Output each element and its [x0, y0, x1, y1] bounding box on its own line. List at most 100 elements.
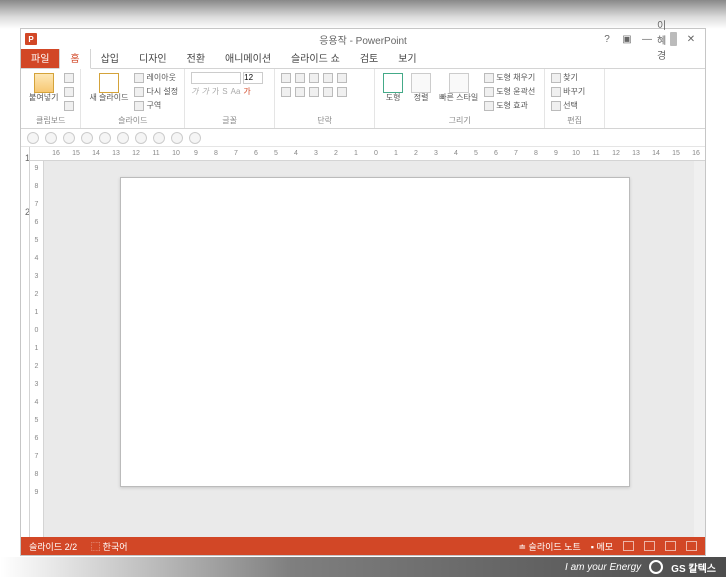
- tab-home[interactable]: 홈: [59, 46, 90, 69]
- copy-icon: [64, 87, 74, 97]
- close-button[interactable]: ✕: [681, 31, 701, 47]
- qat-item-2[interactable]: [45, 132, 57, 144]
- qat-item-4[interactable]: [81, 132, 93, 144]
- group-clipboard: 붙여넣기 클립보드: [21, 69, 81, 128]
- shapes-button[interactable]: 도형: [381, 71, 405, 104]
- slide-thumbnail-panel[interactable]: 1 2: [21, 147, 30, 537]
- cut-icon: [64, 73, 74, 83]
- language-indicator[interactable]: ⬚ 한국어: [91, 540, 127, 553]
- vertical-scrollbar[interactable]: [694, 161, 705, 537]
- bold-button[interactable]: 가: [191, 86, 198, 97]
- user-name-label: 이혜경: [657, 31, 667, 47]
- tab-animations[interactable]: 애니메이션: [215, 47, 281, 68]
- group-slides-label: 슬라이드: [87, 114, 178, 126]
- tab-review[interactable]: 검토: [350, 47, 388, 68]
- font-color-button[interactable]: Aa: [231, 87, 241, 96]
- qat-item-9[interactable]: [171, 132, 183, 144]
- brush-icon: [64, 101, 74, 111]
- slide-stage[interactable]: [44, 161, 705, 537]
- quick-access-toolbar: [21, 129, 705, 147]
- qat-item-1[interactable]: [27, 132, 39, 144]
- notes-button[interactable]: ≐ 슬라이드 노트: [519, 540, 581, 553]
- font-color-dropdown[interactable]: 가: [243, 86, 250, 97]
- tab-view[interactable]: 보기: [388, 47, 426, 68]
- layout-button[interactable]: 레이아웃: [134, 71, 178, 84]
- shapes-icon: [383, 73, 403, 93]
- tab-transitions[interactable]: 전환: [177, 47, 215, 68]
- qat-item-6[interactable]: [117, 132, 129, 144]
- line-spacing-icon[interactable]: [337, 73, 347, 83]
- app-window: P 응용작 - PowerPoint ? ▣ — 이혜경 ✕ 파일 홈 삽입 디…: [20, 28, 706, 556]
- ribbon-display-button[interactable]: ▣: [617, 31, 637, 47]
- format-painter-button[interactable]: [64, 99, 74, 112]
- section-button[interactable]: 구역: [134, 99, 178, 112]
- find-icon: [551, 73, 561, 83]
- align-left-icon[interactable]: [281, 87, 291, 97]
- select-button[interactable]: 선택: [551, 99, 585, 112]
- qat-item-8[interactable]: [153, 132, 165, 144]
- titlebar: P 응용작 - PowerPoint ? ▣ — 이혜경 ✕: [21, 29, 705, 49]
- group-paragraph-label: 단락: [281, 114, 368, 126]
- tab-file[interactable]: 파일: [21, 47, 59, 68]
- tab-insert[interactable]: 삽입: [91, 47, 129, 68]
- indent-decrease-icon[interactable]: [309, 73, 319, 83]
- group-slides: 새 슬라이드 레이아웃 다시 설정 구역 슬라이드: [81, 69, 185, 128]
- italic-button[interactable]: 가: [202, 86, 209, 97]
- shape-effects-button[interactable]: 도형 효과: [484, 99, 535, 112]
- group-font: 가 가 가 S Aa 가 글꼴: [185, 69, 275, 128]
- shape-fill-button[interactable]: 도형 채우기: [484, 71, 535, 84]
- align-right-icon[interactable]: [309, 87, 319, 97]
- qat-item-5[interactable]: [99, 132, 111, 144]
- sorter-view-icon[interactable]: [644, 541, 655, 551]
- qat-item-7[interactable]: [135, 132, 147, 144]
- paste-icon: [34, 73, 54, 93]
- strikethrough-button[interactable]: S: [222, 87, 227, 96]
- window-title: 응용작 - PowerPoint: [319, 32, 407, 47]
- powerpoint-icon: P: [25, 33, 37, 45]
- group-paragraph: 단락: [275, 69, 375, 128]
- font-size-input[interactable]: [243, 72, 263, 84]
- find-button[interactable]: 찾기: [551, 71, 585, 84]
- minimize-button[interactable]: —: [637, 31, 657, 47]
- bullets-icon[interactable]: [281, 73, 291, 83]
- user-avatar: [670, 32, 677, 46]
- qat-item-10[interactable]: [189, 132, 201, 144]
- indent-increase-icon[interactable]: [323, 73, 333, 83]
- underline-button[interactable]: 가: [212, 86, 219, 97]
- group-drawing-label: 그리기: [381, 114, 538, 126]
- comments-button[interactable]: ▪ 메모: [591, 540, 613, 553]
- paste-button[interactable]: 붙여넣기: [27, 71, 60, 104]
- justify-icon[interactable]: [323, 87, 333, 97]
- reset-button[interactable]: 다시 설정: [134, 85, 178, 98]
- reading-view-icon[interactable]: [665, 541, 676, 551]
- arrange-icon: [411, 73, 431, 93]
- tab-slideshow[interactable]: 슬라이드 쇼: [281, 47, 350, 68]
- replace-button[interactable]: 바꾸기: [551, 85, 585, 98]
- horizontal-ruler: 1615141312111098765432101234567891011121…: [30, 147, 705, 161]
- quick-styles-icon: [449, 73, 469, 93]
- normal-view-icon[interactable]: [623, 541, 634, 551]
- vertical-ruler: 9876543210123456789: [30, 161, 44, 537]
- font-family-input[interactable]: [191, 72, 241, 84]
- slideshow-view-icon[interactable]: [686, 541, 697, 551]
- copy-button[interactable]: [64, 85, 74, 98]
- user-account[interactable]: 이혜경: [657, 31, 677, 47]
- new-slide-label: 새 슬라이드: [89, 94, 128, 102]
- quick-styles-button[interactable]: 빠른 스타일: [437, 71, 480, 104]
- help-button[interactable]: ?: [597, 31, 617, 47]
- new-slide-button[interactable]: 새 슬라이드: [87, 71, 130, 104]
- workspace: 1 2 16151413121110987654321: [21, 147, 705, 537]
- slide-counter[interactable]: 슬라이드 2/2: [29, 540, 77, 553]
- slide-canvas[interactable]: [120, 177, 630, 487]
- tab-design[interactable]: 디자인: [129, 47, 177, 68]
- align-center-icon[interactable]: [295, 87, 305, 97]
- statusbar: 슬라이드 2/2 ⬚ 한국어 ≐ 슬라이드 노트 ▪ 메모: [21, 537, 705, 555]
- fill-icon: [484, 73, 494, 83]
- columns-icon[interactable]: [337, 87, 347, 97]
- numbering-icon[interactable]: [295, 73, 305, 83]
- cut-button[interactable]: [64, 71, 74, 84]
- shape-outline-button[interactable]: 도형 윤곽선: [484, 85, 535, 98]
- arrange-button[interactable]: 정렬: [409, 71, 433, 104]
- qat-item-3[interactable]: [63, 132, 75, 144]
- select-icon: [551, 101, 561, 111]
